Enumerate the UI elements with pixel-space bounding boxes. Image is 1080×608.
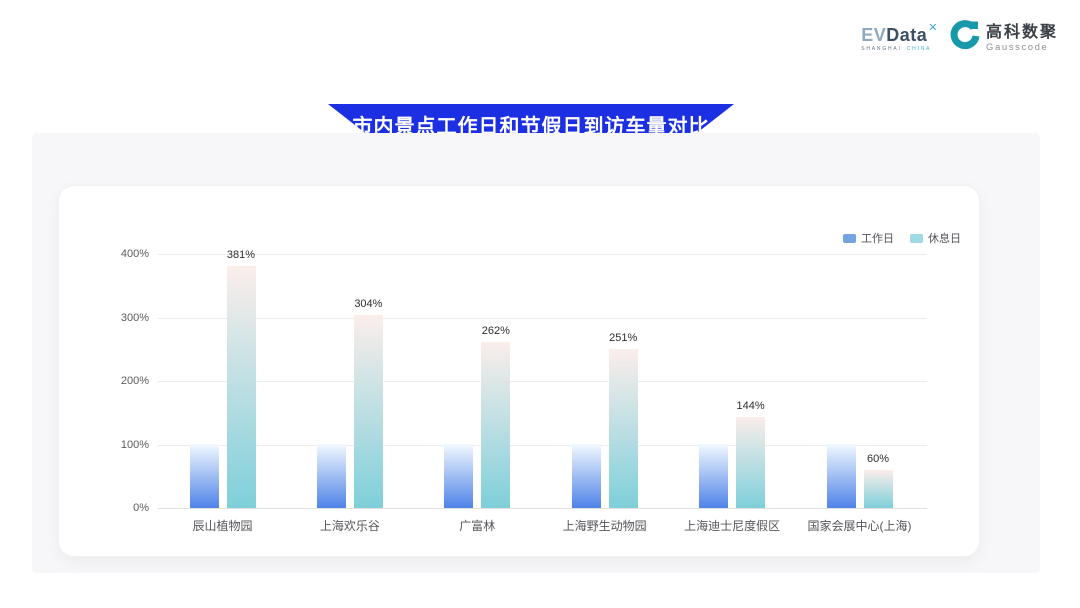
evdata-sub-shanghai: SHANGHAI [861,47,902,52]
gridline [158,445,927,446]
bar-value-label: 60% [843,453,913,465]
y-axis-tick-label: 0% [89,502,149,514]
y-axis-tick-label: 400% [89,248,149,260]
bar-workday[interactable] [699,444,728,508]
evdata-logo: EVData✕ SHANGHAI CHINA [861,26,938,52]
bar-value-label: 144% [716,400,786,412]
bar-workday[interactable] [572,444,601,508]
y-axis-tick-label: 200% [89,375,149,387]
gridline [158,381,927,382]
page: EVData✕ SHANGHAI CHINA 高科数聚 Gausscode 市内… [0,0,1080,608]
evdata-sub-china: CHINA [907,47,932,52]
evdata-logo-ev: EV [861,26,886,44]
bar-restday[interactable] [609,349,638,508]
legend-swatch-icon [910,234,923,243]
bar-workday[interactable] [317,444,346,508]
bar-restday[interactable] [354,315,383,508]
y-axis-tick-label: 100% [89,439,149,451]
bar-workday[interactable] [444,444,473,508]
gausscode-g-icon [950,20,980,57]
bar-value-label: 251% [588,332,658,344]
bar-restday[interactable] [736,417,765,508]
gridline [158,318,927,319]
bar-restday[interactable] [481,342,510,508]
chart-card: 0%100%200%300%400%381%辰山植物园304%上海欢乐谷262%… [58,185,980,557]
legend-label: 工作日 [861,230,894,246]
y-axis-tick-label: 300% [89,312,149,324]
legend-label: 休息日 [928,230,961,246]
bar-workday[interactable] [190,444,219,508]
header-logos: EVData✕ SHANGHAI CHINA 高科数聚 Gausscode [861,20,1058,57]
evdata-logo-data: Data [886,26,927,44]
gausscode-cn-label: 高科数聚 [986,25,1058,41]
evdata-x-icon: ✕ [928,23,938,34]
bar-value-label: 262% [461,325,531,337]
bar-restday[interactable] [864,470,893,508]
gausscode-en-label: Gausscode [986,43,1058,53]
legend-swatch-icon [843,234,856,243]
bar-value-label: 381% [206,249,276,261]
chart-legend: 工作日 休息日 [843,230,961,246]
bar-restday[interactable] [227,266,256,508]
x-axis-category-label: 国家会展中心(上海) [785,517,935,534]
gausscode-logo: 高科数聚 Gausscode [950,20,1058,57]
x-axis-line [158,508,927,509]
legend-item-休息日[interactable]: 休息日 [910,230,961,246]
legend-item-工作日[interactable]: 工作日 [843,230,894,246]
bar-value-label: 304% [333,298,403,310]
plot-area: 0%100%200%300%400%381%辰山植物园304%上海欢乐谷262%… [59,186,979,556]
